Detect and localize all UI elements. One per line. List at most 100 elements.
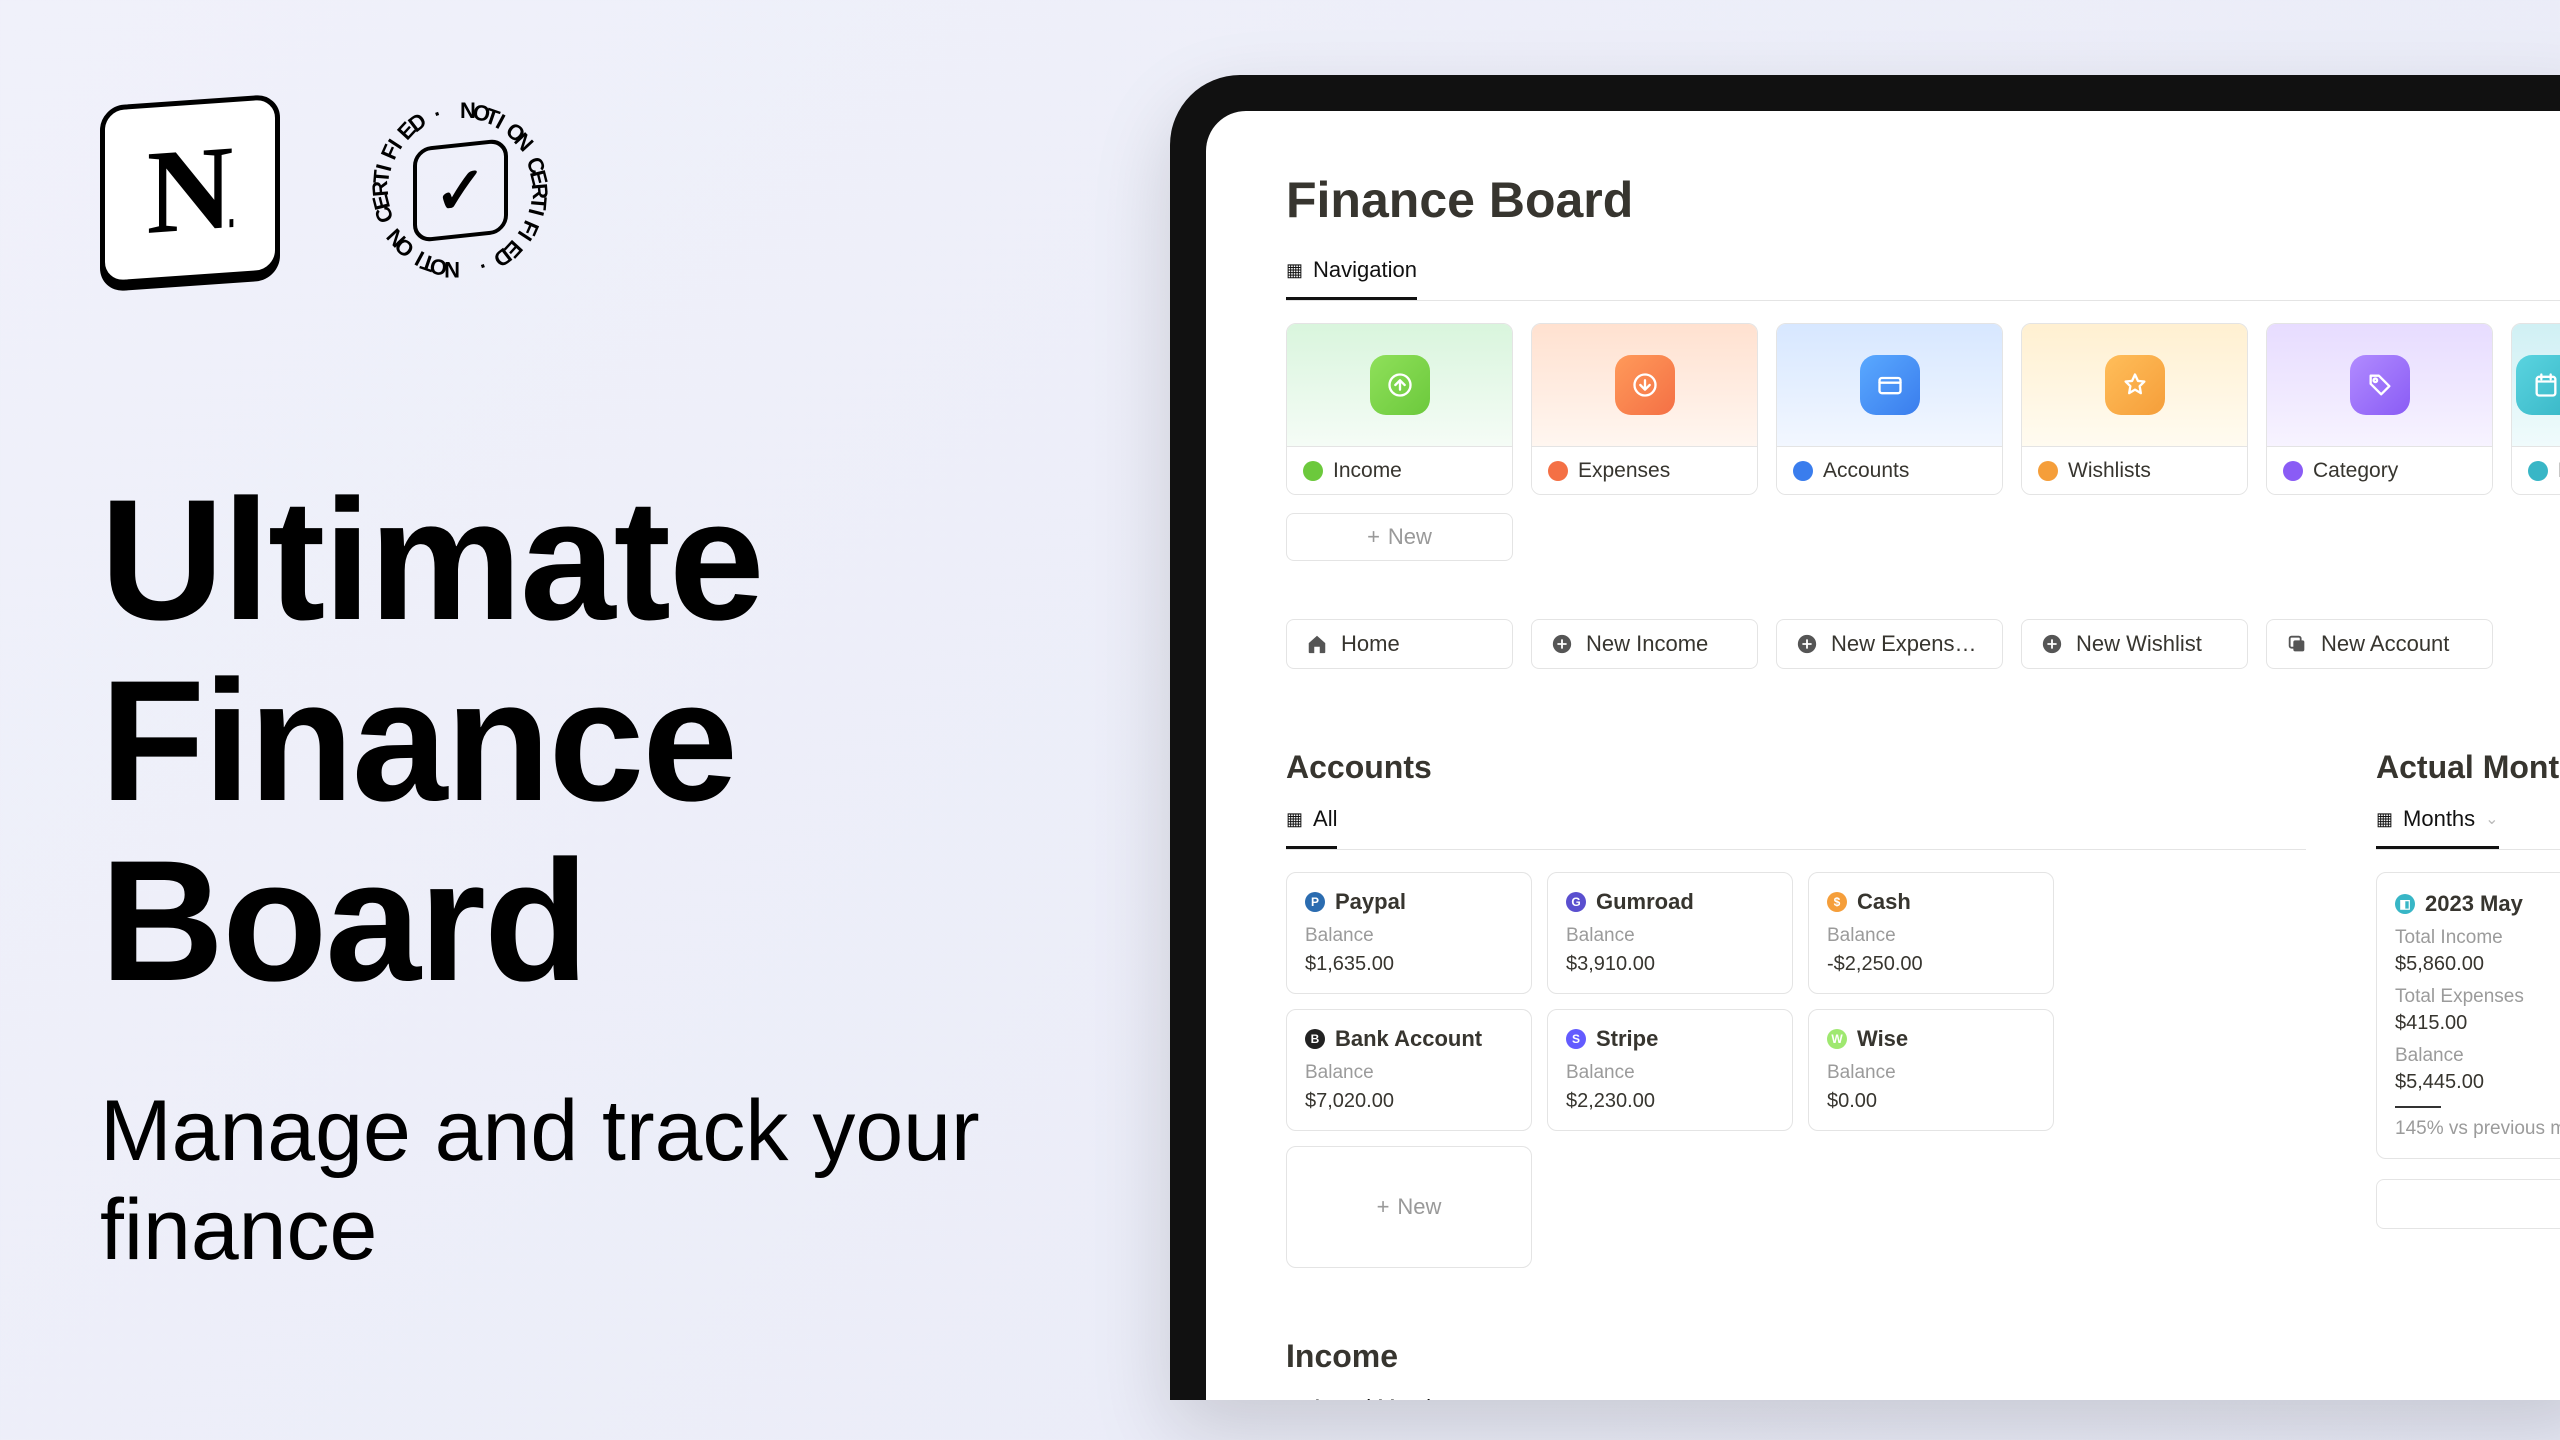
tab-label: Actual Month (1310, 1395, 1438, 1400)
balance-label: Balance (1305, 1062, 1513, 1084)
status-dot (2283, 461, 2303, 481)
nav-card-accounts[interactable]: Accounts (1776, 323, 2003, 495)
calendar-icon: ◧ (2395, 894, 2415, 914)
balance-label: Balance (1305, 925, 1513, 947)
nav-card-label: Expenses (1578, 459, 1670, 483)
account-name: Stripe (1596, 1026, 1658, 1052)
balance-value: $2,230.00 (1566, 1090, 1774, 1113)
income-tab-actual-month[interactable]: ◉ Actual Month (1286, 1395, 1438, 1400)
balance-label: Balance (1566, 925, 1774, 947)
tab-label: Months (2403, 806, 2475, 832)
income-title: Income (1286, 1338, 2560, 1375)
action-label: New Account (2321, 631, 2449, 657)
circle-icon: ◉ (1612, 1400, 1626, 1401)
accounts-title: Accounts (1286, 749, 2306, 786)
action-label: New Wishlist (2076, 631, 2202, 657)
action-button-row: Home New Income New Expens… New Wishlist New… (1286, 619, 2560, 669)
balance-value: $1,635.00 (1305, 953, 1513, 976)
account-icon: P (1305, 892, 1325, 912)
nav-card-row: Income Expenses Accounts Wishlists (1286, 323, 2560, 495)
credit-card-icon (1860, 355, 1920, 415)
nav-card-label: Category (2313, 459, 2398, 483)
new-income-button[interactable]: New Income (1531, 619, 1758, 669)
grid-icon: ▦ (2376, 809, 2393, 830)
action-label: New Income (1586, 631, 1708, 657)
calendar-icon (2516, 355, 2560, 415)
nav-card-category[interactable]: Category (2266, 323, 2493, 495)
tab-label: 2023 April (1488, 1397, 1586, 1401)
account-card-bank-account[interactable]: B Bank Account Balance $7,020.00 (1286, 1009, 1532, 1131)
status-dot (1303, 461, 1323, 481)
circle-icon: ◉ (1464, 1400, 1478, 1401)
balance-value: -$2,250.00 (1827, 953, 2035, 976)
account-icon: $ (1827, 892, 1847, 912)
nav-card-label: Accounts (1823, 459, 1909, 483)
income-tab-2023-february[interactable]: ◉2023 February (1778, 1395, 1945, 1400)
account-card-gumroad[interactable]: G Gumroad Balance $3,910.00 (1547, 872, 1793, 994)
balance-value: $0.00 (1827, 1090, 2035, 1113)
month-card[interactable]: ◧ 2023 May Total Income$5,860.00Total Ex… (2376, 872, 2560, 1159)
tablet-frame: Finance Board ▦ Navigation Income Expens… (1170, 75, 2560, 1400)
tab-label: 2023 March (1636, 1397, 1752, 1401)
action-label: New Expens… (1831, 631, 1977, 657)
account-name: Paypal (1335, 889, 1406, 915)
new-account-button[interactable]: New Account (2266, 619, 2493, 669)
balance-value: $7,020.00 (1305, 1090, 1513, 1113)
month-row-value: $5,445.00 (2395, 1071, 2560, 1094)
account-name: Cash (1857, 889, 1911, 915)
status-dot (2038, 461, 2058, 481)
nav-card-income[interactable]: Income (1286, 323, 1513, 495)
new-label: New (1388, 524, 1432, 550)
circle-icon: ◉ (1778, 1400, 1792, 1401)
account-card-stripe[interactable]: S Stripe Balance $2,230.00 (1547, 1009, 1793, 1131)
tag-icon (2350, 355, 2410, 415)
home-button[interactable]: Home (1286, 619, 1513, 669)
month-row-value: $5,860.00 (2395, 953, 2560, 976)
nav-card-mo[interactable]: Mo (2511, 323, 2560, 495)
account-name: Wise (1857, 1026, 1908, 1052)
month-row-label: Balance (2395, 1045, 2560, 1067)
notion-logo: N (100, 94, 280, 287)
plus-icon: + (1377, 1194, 1390, 1220)
nav-card-expenses[interactable]: Expenses (1531, 323, 1758, 495)
promo-subtitle: Manage and track your finance (100, 1082, 1000, 1280)
plus-icon: + (1367, 524, 1380, 550)
account-card-wise[interactable]: W Wise Balance $0.00 (1808, 1009, 2054, 1131)
status-dot (1793, 461, 1813, 481)
tab-label: Navigation (1313, 257, 1417, 283)
account-icon: W (1827, 1029, 1847, 1049)
tab-navigation[interactable]: ▦ Navigation (1286, 257, 1417, 300)
month-title: Actual Month (2376, 749, 2560, 786)
balance-label: Balance (1827, 1062, 2035, 1084)
balance-label: Balance (1827, 925, 2035, 947)
status-dot (2528, 461, 2548, 481)
arrow-up-circle-icon (1370, 355, 1430, 415)
circle-icon: ◉ (1286, 1398, 1300, 1400)
account-name: Gumroad (1596, 889, 1694, 915)
plus-circle-icon (1795, 632, 1819, 656)
tab-months[interactable]: ▦ Months ⌄ (2376, 806, 2499, 849)
account-card-paypal[interactable]: P Paypal Balance $1,635.00 (1286, 872, 1532, 994)
income-tab-2023-april[interactable]: ◉ 2023 April (1464, 1395, 1586, 1400)
account-icon: S (1566, 1029, 1586, 1049)
new-month-button[interactable]: + Ne (2376, 1179, 2560, 1229)
navigation-tabs: ▦ Navigation (1286, 257, 2560, 301)
new-expens--button[interactable]: New Expens… (1776, 619, 2003, 669)
page-title: Finance Board (1286, 171, 2560, 229)
promo-panel: N ✓ NOTION CERTIFIED · NOTION CERTIFIED … (100, 90, 1000, 1280)
month-row-value: $415.00 (2395, 1012, 2560, 1035)
app-screen: Finance Board ▦ Navigation Income Expens… (1206, 111, 2560, 1400)
star-icon (2105, 355, 2165, 415)
income-tab-2023-march[interactable]: ◉ 2023 March (1612, 1395, 1752, 1400)
arrow-down-circle-icon (1615, 355, 1675, 415)
new-wishlist-button[interactable]: New Wishlist (2021, 619, 2248, 669)
account-card-cash[interactable]: $ Cash Balance -$2,250.00 (1808, 872, 2054, 994)
balance-label: Balance (1566, 1062, 1774, 1084)
new-nav-card-button[interactable]: + New (1286, 513, 1513, 561)
plus-circle-icon (2040, 632, 2064, 656)
tab-all-accounts[interactable]: ▦ All (1286, 806, 1337, 849)
month-vs-text: 145% vs previous month (2395, 1118, 2560, 1140)
nav-card-wishlists[interactable]: Wishlists (2021, 323, 2248, 495)
new-account-card-button[interactable]: +New (1286, 1146, 1532, 1268)
grid-icon: ▦ (1286, 809, 1303, 830)
